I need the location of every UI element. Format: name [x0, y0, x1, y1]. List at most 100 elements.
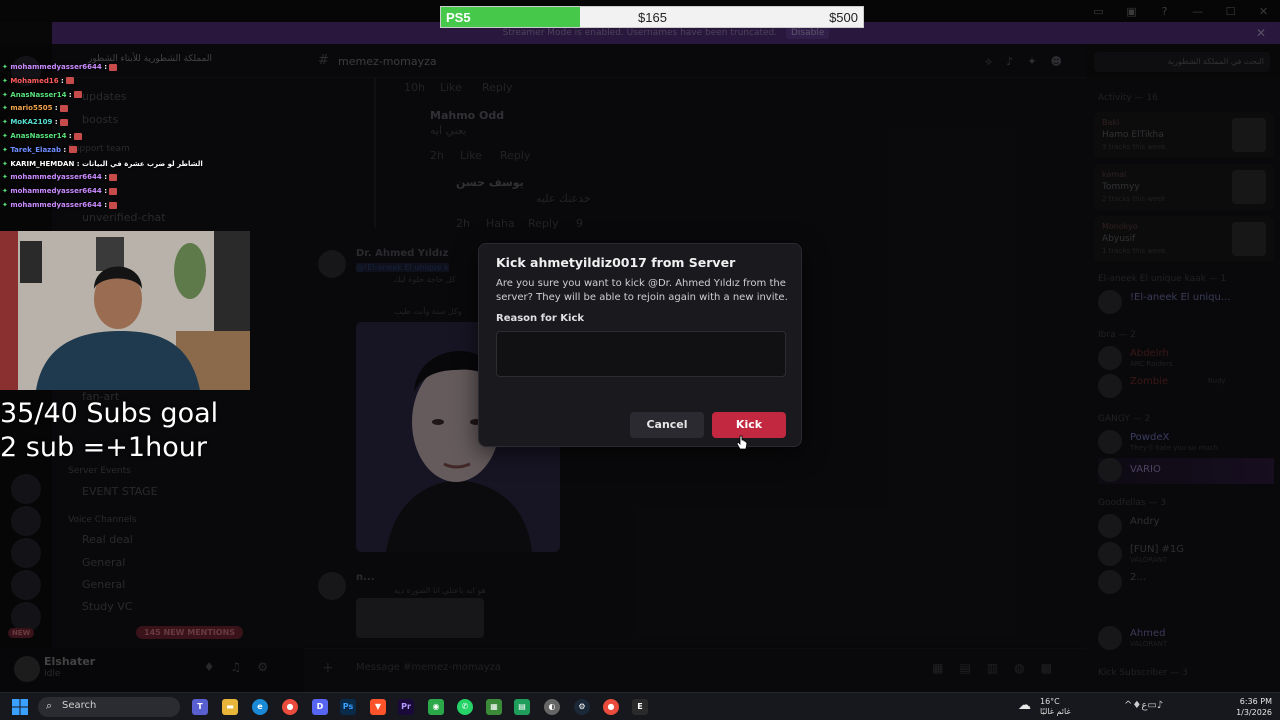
chrome-icon[interactable]: ● — [282, 699, 298, 715]
channel-title: memez-momayza — [338, 55, 437, 68]
separator: : — [52, 118, 61, 127]
avatar[interactable] — [318, 250, 346, 278]
threads-icon[interactable]: ⟡ — [985, 55, 1006, 68]
reason-input[interactable] — [496, 331, 786, 377]
minecraft-icon[interactable]: ▦ — [486, 699, 502, 715]
emoji-icon[interactable]: ▩ — [1041, 661, 1068, 675]
gif-icon[interactable]: ▥ — [987, 661, 1014, 675]
gift-icon[interactable]: ▤ — [959, 661, 986, 675]
weather-widget[interactable]: ☁ 16°C غائم غالبًا — [1016, 696, 1106, 718]
reply-button[interactable]: Reply — [482, 81, 512, 94]
search-input[interactable]: البحث في المملكة الشطورية — [1094, 52, 1270, 72]
voice-channel[interactable]: General — [82, 556, 125, 569]
headphones-icon[interactable]: ♫ — [230, 660, 257, 674]
minimize-icon[interactable]: — — [1181, 5, 1214, 18]
network-icon[interactable]: ▭ — [1147, 700, 1156, 711]
pin-icon[interactable]: ✦ — [1027, 55, 1050, 68]
close-icon[interactable]: ✕ — [1247, 5, 1280, 18]
member-item[interactable]: Andry — [1098, 514, 1274, 540]
inbox-icon[interactable]: ▭ — [1082, 5, 1115, 18]
stream-chat-user: MoKA2109 — [10, 118, 53, 127]
member-item[interactable]: Ahmed VALORANT — [1098, 626, 1274, 652]
apps-icon[interactable]: ▦ — [932, 661, 959, 675]
avatar[interactable] — [14, 656, 40, 682]
channel-item[interactable]: boosts — [82, 113, 118, 126]
steam-icon[interactable]: ⚙ — [574, 699, 590, 715]
kick-button[interactable]: Kick — [712, 412, 786, 438]
category-label[interactable]: Voice Channels — [68, 515, 136, 525]
image-attachment[interactable] — [356, 598, 484, 638]
voice-channel[interactable]: Real deal — [82, 533, 133, 546]
haha-button[interactable]: Haha — [486, 217, 515, 230]
photoshop-icon[interactable]: Ps — [340, 699, 356, 715]
server-icon[interactable] — [11, 538, 41, 568]
volume-icon[interactable]: ♪ — [1157, 700, 1163, 711]
sheets-icon[interactable]: ▤ — [514, 699, 530, 715]
message-author[interactable]: Dr. Ahmed Yıldız — [356, 248, 448, 259]
activity-card[interactable]: kamal Tommyy 2 tracks this week — [1094, 164, 1274, 210]
message-author[interactable]: n... — [356, 572, 375, 583]
sticker-icon[interactable]: ◍ — [1014, 661, 1040, 675]
disable-button[interactable]: Disable — [785, 27, 830, 39]
add-attachment-icon[interactable]: + — [322, 660, 334, 676]
like-button[interactable]: Like — [460, 149, 482, 162]
activity-card[interactable]: Baki Hamo ElTikha 3 tracks this week — [1094, 112, 1274, 158]
activity-card[interactable]: Monokyo Abyusif 1 tracks this week — [1094, 216, 1274, 262]
server-header[interactable]: المملكة الشطورية للأبناء الشطور — [52, 44, 304, 78]
member-item[interactable]: VARIO — [1098, 458, 1274, 484]
new-mentions-pill[interactable]: 145 NEW MENTIONS — [136, 626, 244, 639]
member-item[interactable]: 2... — [1098, 570, 1274, 596]
explorer-icon[interactable]: ▬ — [222, 699, 238, 715]
help-icon[interactable]: ? — [1148, 5, 1181, 18]
channel-item[interactable]: unverified-chat — [82, 211, 166, 224]
mic-icon[interactable]: ♦ — [204, 660, 231, 674]
category-label[interactable]: Server Events — [68, 466, 131, 476]
member-item[interactable]: !El-aneek El uniqu... — [1098, 290, 1274, 316]
chrome-icon[interactable]: ● — [603, 699, 619, 715]
member-item[interactable]: Abdelrh ARC Raiders — [1098, 346, 1274, 372]
separator: : — [74, 159, 82, 168]
new-badge[interactable]: NEW — [8, 628, 35, 638]
maximize-icon[interactable]: ☐ — [1214, 5, 1247, 18]
avatar[interactable] — [318, 572, 346, 600]
obs-icon[interactable]: ◐ — [544, 699, 560, 715]
reply-button[interactable]: Reply — [500, 149, 530, 162]
epic-games-icon[interactable]: E — [632, 699, 648, 715]
channel-item[interactable]: updates — [82, 90, 127, 103]
cancel-button[interactable]: Cancel — [630, 412, 704, 438]
game-icon[interactable]: ◉ — [428, 699, 444, 715]
brave-icon[interactable]: ▼ — [370, 699, 386, 715]
edge-icon[interactable]: e — [252, 699, 268, 715]
premiere-icon[interactable]: Pr — [398, 699, 414, 715]
member-item[interactable]: [FUN] #1G VALORANT — [1098, 542, 1274, 568]
whatsapp-icon[interactable]: ✆ — [457, 699, 473, 715]
server-icon[interactable] — [11, 570, 41, 600]
settings-icon[interactable]: ⚙ — [257, 660, 284, 674]
taskbar-search[interactable]: ⌕ Search — [38, 697, 180, 717]
username[interactable]: Elshater — [44, 655, 95, 668]
member-item[interactable]: PowdeX They'll hate you so much — [1098, 430, 1274, 456]
voice-channel[interactable]: General — [82, 578, 125, 591]
voice-channel[interactable]: Study VC — [82, 600, 132, 613]
webcam-image — [0, 231, 250, 390]
members-icon[interactable]: ☻ — [1051, 55, 1076, 68]
clock[interactable]: 6:36 PM 1/3/2026 — [1228, 696, 1272, 718]
server-icon[interactable] — [11, 474, 41, 504]
server-icon[interactable] — [11, 506, 41, 536]
windows-start-icon[interactable] — [12, 699, 28, 715]
channel-item[interactable]: EVENT STAGE — [82, 485, 158, 498]
like-button[interactable]: Like — [440, 81, 462, 94]
member-item[interactable]: Zombie Rudy — [1098, 374, 1274, 400]
window-icon[interactable]: ▣ — [1115, 5, 1148, 18]
teams-icon[interactable]: T — [192, 699, 208, 715]
message-input[interactable]: Message #memez-momayza — [356, 662, 501, 673]
reply-button[interactable]: Reply — [528, 217, 558, 230]
mic-icon[interactable]: ♦ — [1132, 700, 1141, 711]
user-panel: Elshater Idle ♦♫⚙ — [0, 648, 304, 692]
mention[interactable]: @!El-aneek El unique k — [356, 263, 449, 272]
banner-close-icon[interactable]: ✕ — [1256, 22, 1266, 44]
activity-label: Baki — [1102, 118, 1120, 127]
bell-icon[interactable]: ♪ — [1006, 55, 1027, 68]
discord-icon[interactable]: D — [312, 699, 328, 715]
category-label[interactable]: Support team — [68, 144, 130, 154]
